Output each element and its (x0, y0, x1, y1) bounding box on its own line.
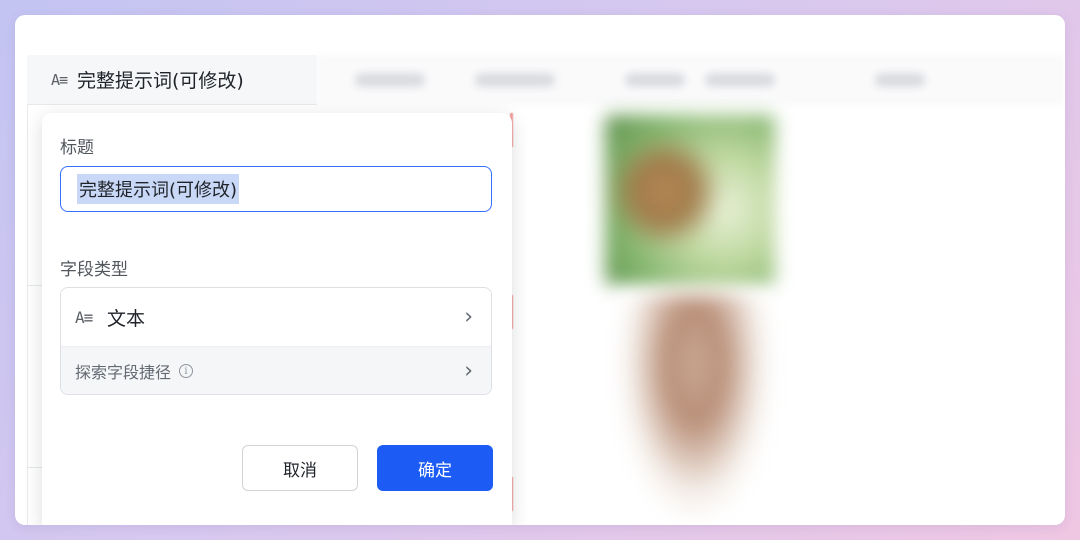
field-type-selector: A≡ 文本 › 探索字段捷径 i › (60, 287, 492, 395)
chevron-right-icon: › (464, 358, 473, 384)
field-type-label: 字段类型 (60, 260, 128, 280)
text-field-icon: A≡ (51, 70, 68, 89)
info-icon[interactable]: i (179, 364, 194, 378)
field-edit-dialog: 标题 完整提示词(可修改) 字段类型 A≡ 文本 › 探索字段捷径 i › 取消… (42, 113, 512, 525)
app-window: A≡ 完整提示词(可修改) 标题 完整提示词(可修改) 字段类型 A≡ 文本 › (15, 15, 1065, 525)
image-thumbnail[interactable] (605, 115, 775, 285)
column-header[interactable]: A≡ 完整提示词(可修改) (27, 55, 317, 105)
blurred-header-item (625, 73, 685, 87)
grid-line (27, 55, 28, 525)
cancel-button[interactable]: 取消 (242, 445, 358, 491)
text-field-icon: A≡ (75, 307, 93, 327)
field-shortcut-option[interactable]: 探索字段捷径 i › (61, 347, 491, 394)
title-input[interactable]: 完整提示词(可修改) (60, 166, 492, 212)
blurred-header-item (705, 73, 775, 87)
field-type-option[interactable]: A≡ 文本 › (61, 288, 491, 347)
blurred-header-strip (317, 55, 1065, 105)
blurred-header-item (875, 73, 925, 87)
title-input-value[interactable]: 完整提示词(可修改) (77, 174, 240, 204)
blurred-header-item (355, 73, 425, 87)
field-shortcut-label: 探索字段捷径 (75, 363, 172, 382)
column-header-label: 完整提示词(可修改) (77, 70, 244, 92)
chevron-right-icon: › (464, 304, 473, 330)
field-type-value: 文本 (107, 307, 146, 330)
blurred-header-item (475, 73, 555, 87)
image-thumbnail[interactable] (615, 295, 775, 525)
confirm-button[interactable]: 确定 (377, 445, 493, 491)
title-label: 标题 (60, 138, 94, 158)
